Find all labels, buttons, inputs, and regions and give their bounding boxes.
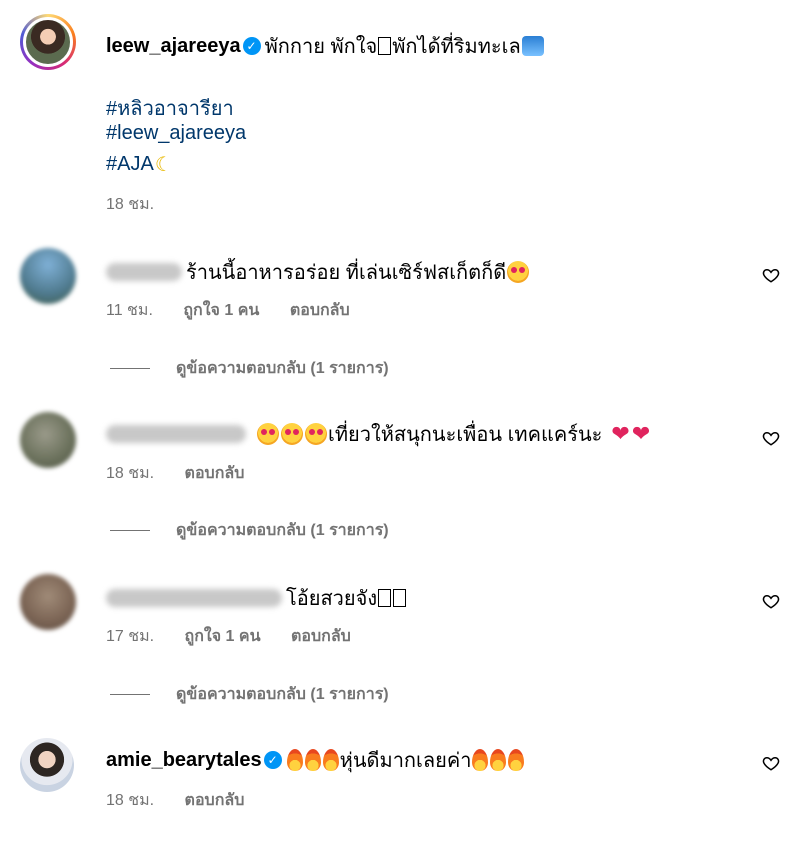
fire-emoji-icon [508,749,525,771]
comment-time[interactable]: 18 ชม. [106,465,154,482]
caption-meta: 18 ชม. [106,192,180,217]
comment-meta: 18 ชม. ตอบกลับ [106,788,270,813]
red-heart-emoji-icon: ❤ [631,421,651,446]
caption-line: leew_ajareeya ✓ พักกาย พักใจ พักได้ที่ริ… [106,30,545,62]
heart-eyes-emoji-icon [305,423,327,445]
view-replies-button[interactable]: ดูข้อความตอบกลับ (1 รายการ) [110,682,389,707]
red-heart-emoji-icon: ❤ [611,421,630,446]
comment-meta: 11 ชม. ถูกใจ 1 คน ตอบกลับ [106,298,376,323]
missing-glyph-icon [393,589,407,607]
fire-emoji-icon [286,749,303,771]
view-replies-button[interactable]: ดูข้อความตอบกลับ (1 รายการ) [110,518,389,543]
heart-eyes-emoji-icon [257,423,279,445]
commenter-avatar[interactable] [20,738,74,792]
commenter-avatar[interactable] [20,574,76,630]
reply-button[interactable]: ตอบกลับ [185,792,245,809]
reply-button[interactable]: ตอบกลับ [185,465,245,482]
comment-time[interactable]: 18 ชม. [106,792,154,809]
fire-emoji-icon [304,749,321,771]
reply-button[interactable]: ตอบกลับ [290,302,350,319]
crescent-moon-emoji-icon: ☾ [154,154,173,176]
comment-time[interactable]: 17 ชม. [106,628,154,645]
comment-username[interactable]: amie_bearytales [106,749,262,772]
hashtag-link[interactable]: #AJA [106,153,154,176]
comment-text: ร้านนี้อาหารอร่อย ที่เล่นเซิร์ฟสเก็ตก็ดี [186,262,507,284]
hashtag-link[interactable]: #หลิวอาจารียา [106,92,234,124]
caption-time[interactable]: 18 ชม. [106,196,154,213]
heart-outline-icon[interactable] [762,754,780,772]
hashtag-line: #AJA ☾ [106,152,174,177]
reply-button[interactable]: ตอบกลับ [291,628,351,645]
view-replies-button[interactable]: ดูข้อความตอบกลับ (1 รายการ) [110,356,389,381]
wave-emoji-icon [521,36,544,56]
comment-text: หุ่นดีมากเลยค่า [339,750,472,772]
comment-likes[interactable]: ถูกใจ 1 คน [183,302,259,319]
hashtag-link[interactable]: #leew_ajareeya [106,122,246,145]
verified-icon: ✓ [242,37,261,55]
view-replies-label: ดูข้อความตอบกลับ (1 รายการ) [176,522,389,539]
heart-outline-icon[interactable] [762,592,780,610]
commenter-avatar[interactable] [20,412,76,468]
verified-icon: ✓ [263,751,282,769]
comment-text: โอ้ยสวยจัง [286,588,378,610]
view-replies-label: ดูข้อความตอบกลับ (1 รายการ) [176,360,389,377]
comment-meta: 18 ชม. ตอบกลับ [106,461,270,486]
blurred-username[interactable] [106,425,246,443]
comment-likes[interactable]: ถูกใจ 1 คน [185,628,261,645]
heart-outline-icon[interactable] [762,429,780,447]
divider-line [110,368,150,369]
comment-body: เที่ยวให้สนุกนะเพื่อน เทคแคร์นะ ❤ ❤ [106,418,651,450]
view-replies-label: ดูข้อความตอบกลับ (1 รายการ) [176,686,389,703]
comment-meta: 17 ชม. ถูกใจ 1 คน ตอบกลับ [106,624,377,649]
blurred-username[interactable] [106,589,282,607]
commenter-avatar[interactable] [20,248,76,304]
fire-emoji-icon [322,749,339,771]
caption-text-2: พักได้ที่ริมทะเล [392,36,521,58]
heart-eyes-emoji-icon [507,261,530,283]
comment-text: เที่ยวให้สนุกนะเพื่อน เทคแคร์นะ [328,424,603,446]
caption-text: พักกาย พักใจ [264,36,378,58]
fire-emoji-icon [490,749,507,771]
blurred-username[interactable] [106,263,182,281]
caption-username[interactable]: leew_ajareeya [106,35,241,58]
fire-emoji-icon [472,749,489,771]
divider-line [110,530,150,531]
comment-body: โอ้ยสวยจัง [106,582,407,614]
comment-body: ร้านนี้อาหารอร่อย ที่เล่นเซิร์ฟสเก็ตก็ดี [106,256,530,288]
comment-time[interactable]: 11 ชม. [106,302,153,319]
poster-avatar[interactable] [20,14,76,70]
heart-outline-icon[interactable] [762,266,780,284]
missing-glyph-icon [378,589,392,607]
heart-eyes-emoji-icon [281,423,303,445]
comment-body: amie_bearytales ✓ หุ่นดีมากเลยค่า [106,744,525,776]
divider-line [110,694,150,695]
missing-glyph-icon [378,37,392,55]
